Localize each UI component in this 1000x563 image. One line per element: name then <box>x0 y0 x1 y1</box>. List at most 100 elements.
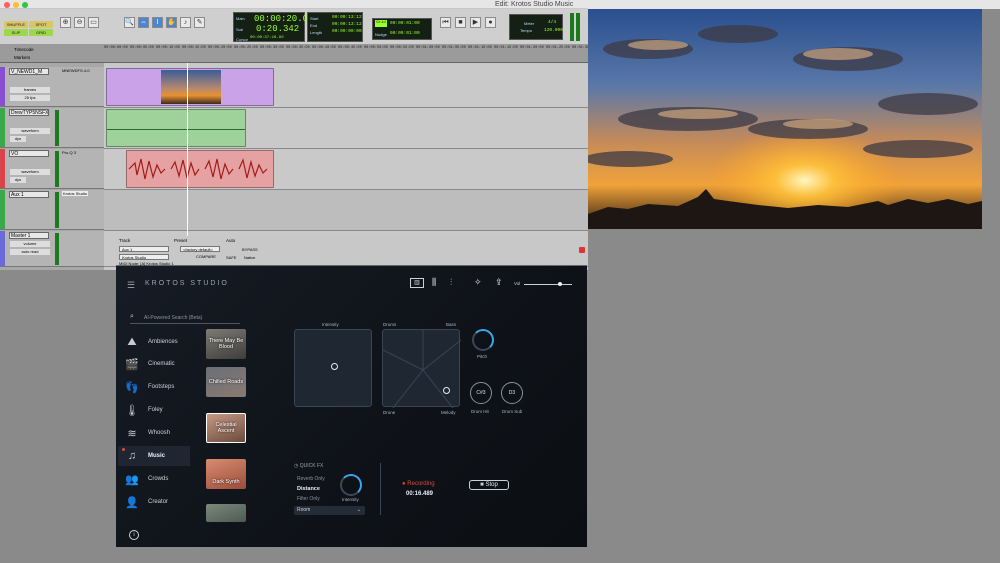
track-name[interactable]: Aux 1 <box>9 191 49 198</box>
intensity-pad[interactable] <box>294 329 372 407</box>
zoom-preset-icon[interactable]: ▭ <box>88 17 99 28</box>
grid-nudge-counters[interactable]: Grid 00:00:01:00 Nudge 00:00:01:00 <box>372 18 432 40</box>
grid-value[interactable]: 00:00:01:00 <box>390 21 420 26</box>
track-view-selector[interactable]: volume <box>10 241 50 247</box>
nav-ambiences[interactable]: ⛰ Ambiences <box>124 332 204 352</box>
track-view-selector[interactable]: waveform <box>10 128 50 134</box>
selection-counters[interactable]: Start 00:00:13:12 End 00:00:13:12 Length… <box>307 12 363 42</box>
sfx-clip[interactable] <box>106 109 246 147</box>
start-value[interactable]: 00:00:13:12 <box>332 15 362 20</box>
return-to-zero-icon[interactable]: ⏮ <box>440 17 451 28</box>
mode-shuffle[interactable]: SHUFFLE <box>4 21 28 28</box>
record-icon[interactable]: ● <box>485 17 496 28</box>
compare-button[interactable]: COMPARE <box>196 254 216 259</box>
preset-there-may-be-blood[interactable]: There May Be Blood <box>206 329 246 359</box>
quick-fx-distance[interactable]: Distance <box>297 486 320 492</box>
volume-slider[interactable] <box>524 282 572 286</box>
track-automation[interactable]: dyn <box>10 136 26 142</box>
track-name[interactable]: Master 1 <box>9 232 49 239</box>
track-header-video[interactable]: V_NEWD1_M MNEWDFS.4-0 frames 25 fps <box>0 67 104 107</box>
preset-chilled-roads[interactable]: Chilled Roads <box>206 367 246 397</box>
zoom-window-icon[interactable] <box>22 2 28 8</box>
close-window-icon[interactable] <box>4 2 10 8</box>
keyboard-icon[interactable]: ▥ <box>410 278 424 288</box>
pitch-knob[interactable] <box>472 329 494 351</box>
mixer-icon[interactable]: ⫶ <box>450 277 452 288</box>
nav-whoosh[interactable]: ≋ Whoosh <box>124 423 204 443</box>
track-automation[interactable]: auto read <box>10 249 50 255</box>
track-insert[interactable]: Pro-Q 3 <box>62 150 76 155</box>
track-fps[interactable]: 25 fps <box>10 95 50 101</box>
track-insert[interactable]: MNEWDFS.4-0 <box>62 68 90 73</box>
track-header-vo[interactable]: VO Pro-Q 3 waveform dyn <box>0 149 104 189</box>
drum-sub-note[interactable]: D3 <box>501 382 523 404</box>
track-selector[interactable]: Aux 1 <box>119 246 169 252</box>
meter-value[interactable]: 4/4 <box>548 20 556 25</box>
tempo-value[interactable]: 120.000 <box>544 28 563 33</box>
bypass-button[interactable]: BYPASS <box>242 247 258 252</box>
quick-fx-filter-only[interactable]: Filter Only <box>297 496 320 502</box>
main-counter[interactable]: Main 00:00:20.08 Sub 0:20.342 Cursor 00:… <box>233 12 313 42</box>
zoom-in-icon[interactable]: ⊕ <box>60 17 71 28</box>
drum-hit-note[interactable]: C#3 <box>470 382 492 404</box>
track-view-selector[interactable]: waveform <box>10 169 50 175</box>
insert-selector[interactable]: Krotos Studio <box>119 254 169 260</box>
minimize-window-icon[interactable] <box>13 2 19 8</box>
preset-celestial-ascent[interactable]: Celestial Ascent <box>206 413 246 443</box>
track-view-selector[interactable]: frames <box>10 87 50 93</box>
lane-vo[interactable] <box>104 149 588 190</box>
nav-crowds[interactable]: 👥 Crowds <box>124 469 204 489</box>
vo-clip[interactable] <box>126 150 274 188</box>
track-header-master[interactable]: Master 1 volume auto read <box>0 231 104 267</box>
drums-bass-pad-handle[interactable] <box>443 387 450 394</box>
tempo-display[interactable]: Meter 4/4 Tempo 120.000 <box>509 14 563 40</box>
end-value[interactable]: 00:00:13:12 <box>332 22 362 27</box>
track-automation[interactable]: dyn <box>10 177 26 183</box>
nav-foley[interactable]: 🌡 Foley <box>124 400 204 420</box>
zoom-out-icon[interactable]: ⊖ <box>74 17 85 28</box>
timeline-ruler[interactable]: Timecode Markers 00:00:00:00 00:00:05:00 0… <box>0 45 596 63</box>
grabber-tool-icon[interactable]: ✋ <box>166 17 177 28</box>
mode-spot[interactable]: SPOT <box>29 21 53 28</box>
safe-button[interactable]: SAFE <box>226 255 236 260</box>
nav-cinematic[interactable]: 🎬 Cinematic <box>124 354 204 374</box>
fx-room-dropdown[interactable]: Room ⌄ <box>294 506 365 515</box>
info-icon[interactable]: i <box>129 530 139 540</box>
nav-music[interactable]: ♫ Music <box>118 446 190 466</box>
nav-creator[interactable]: 👤 Creator <box>124 492 204 512</box>
track-name[interactable]: VO <box>9 150 49 157</box>
mode-slip[interactable]: SLIP <box>4 29 28 36</box>
scrubber-tool-icon[interactable]: ♪ <box>180 17 191 28</box>
nudge-value[interactable]: 00:00:01:00 <box>390 31 420 36</box>
lane-aux[interactable] <box>104 190 588 231</box>
pencil-tool-icon[interactable]: ✎ <box>194 17 205 28</box>
mode-grid[interactable]: GRID <box>29 29 53 36</box>
video-clip[interactable] <box>106 68 274 106</box>
intensity-pad-handle[interactable] <box>331 363 338 370</box>
lane-video[interactable] <box>104 67 588 108</box>
library-icon[interactable]: ⫼ <box>432 277 436 288</box>
grid-label[interactable]: Grid <box>375 20 387 27</box>
preset-next[interactable] <box>206 504 246 522</box>
preset-selector[interactable]: <factory default> <box>180 246 220 252</box>
menu-icon[interactable]: ☰ <box>127 280 135 291</box>
volume-slider-handle[interactable] <box>558 282 562 286</box>
search-field[interactable]: ⌕ AI-Powered Search (Beta) <box>130 312 240 324</box>
quick-fx-reverb-only[interactable]: Reverb Only <box>297 476 325 482</box>
fx-intensity-knob[interactable] <box>340 474 362 496</box>
preset-dark-synth[interactable]: Dark Synth <box>206 459 246 489</box>
drums-bass-pad[interactable] <box>382 329 461 408</box>
track-header-aux[interactable]: Aux 1 Krotos Studio <box>0 190 104 230</box>
zoomer-tool-icon[interactable]: 🔍 <box>124 17 135 28</box>
stop-recording-button[interactable]: ■ Stop <box>469 480 509 490</box>
track-name[interactable]: DrewTYP5NSFX <box>9 109 49 116</box>
export-icon[interactable]: ⇪ <box>495 277 503 288</box>
selector-tool-icon[interactable]: I <box>152 17 163 28</box>
nav-footsteps[interactable]: 👣 Footsteps <box>124 377 204 397</box>
close-plugin-icon[interactable] <box>579 247 585 253</box>
stop-icon[interactable]: ■ <box>455 17 466 28</box>
track-header-sfx[interactable]: DrewTYP5NSFX waveform dyn <box>0 108 104 148</box>
track-name[interactable]: V_NEWD1_M <box>9 68 49 75</box>
ai-sparkle-icon[interactable]: ✧ <box>474 277 482 288</box>
play-icon[interactable]: ▶ <box>470 17 481 28</box>
